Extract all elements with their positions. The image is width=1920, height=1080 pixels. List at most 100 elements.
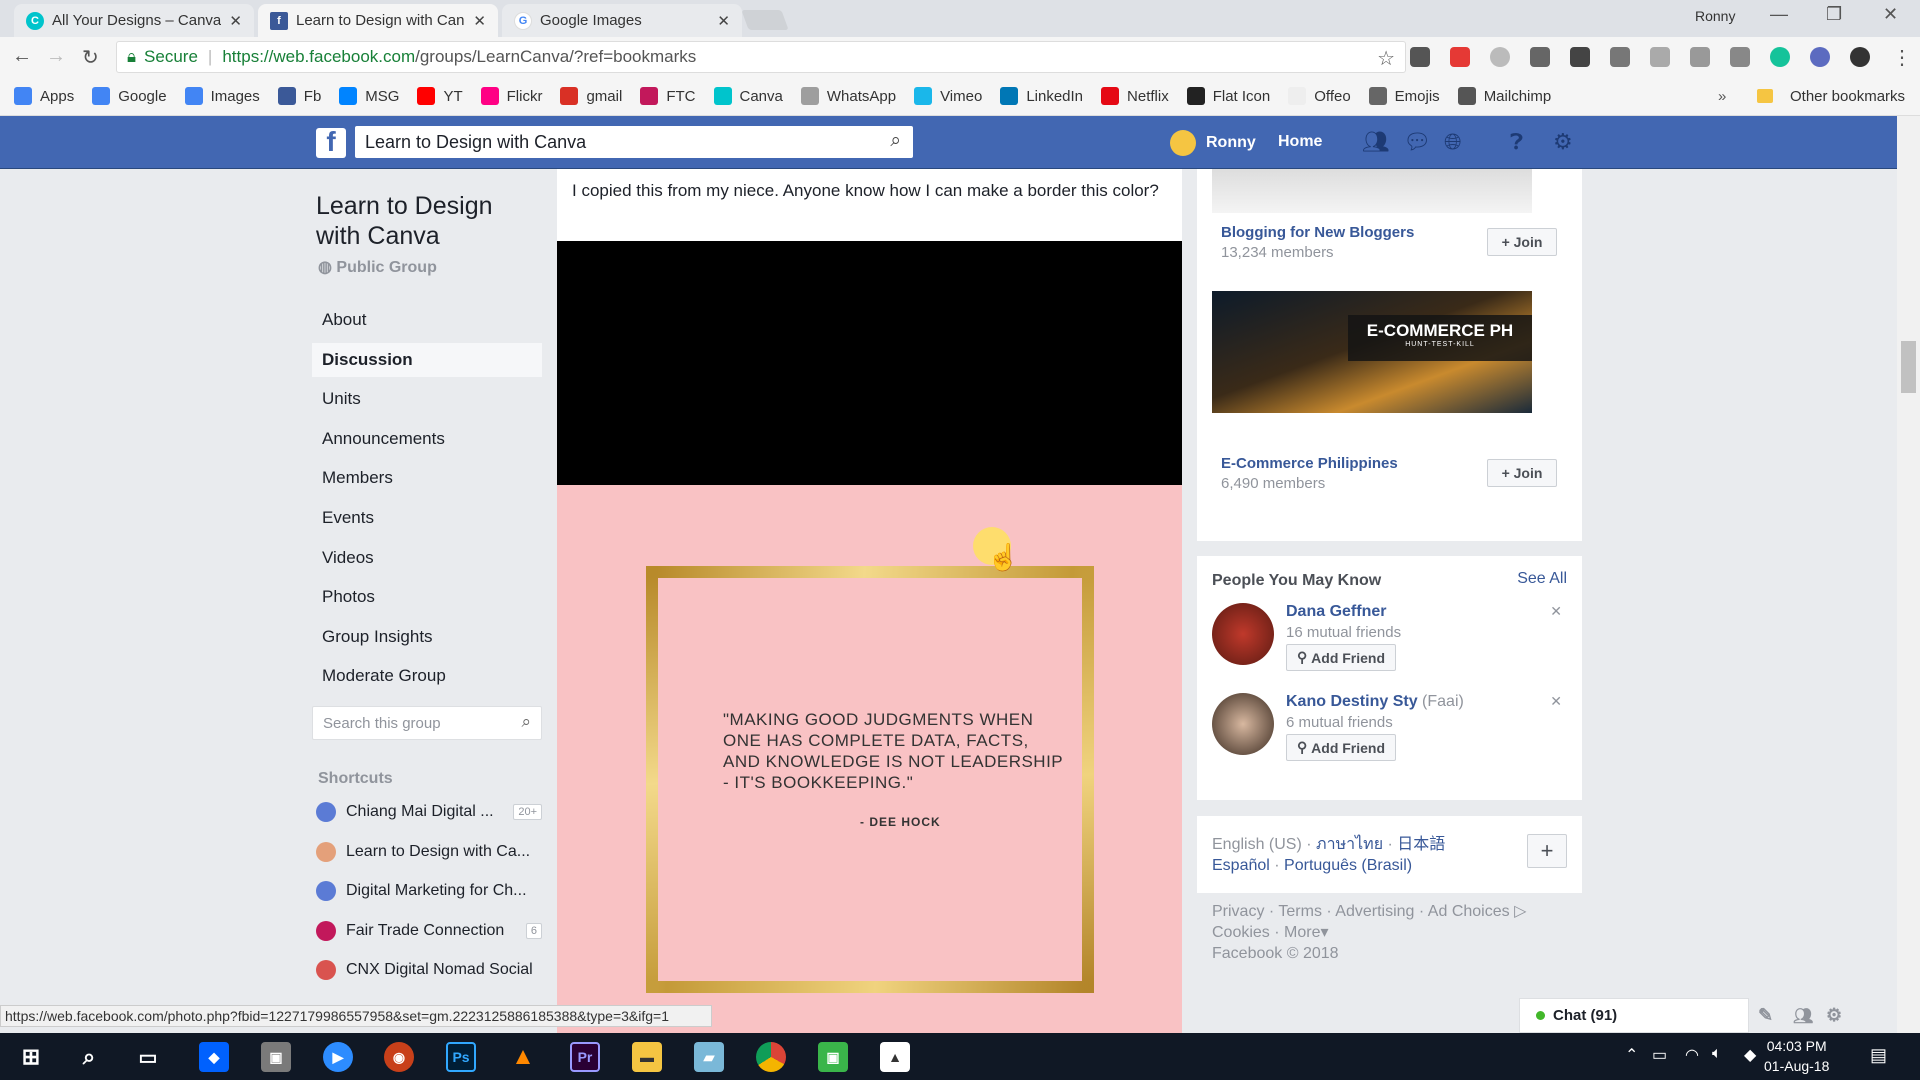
language-link[interactable]: ภาษาไทย [1316, 836, 1383, 853]
notifications-globe-icon[interactable]: 🌐︎ [1444, 129, 1462, 155]
suggested-group-name[interactable]: Blogging for New Bloggers [1221, 224, 1414, 241]
file-explorer-icon[interactable]: ▬ [632, 1042, 662, 1072]
nav-item-events[interactable]: Events [312, 501, 542, 535]
bookmark-flat-icon[interactable]: Flat Icon [1186, 87, 1270, 105]
avatar[interactable] [1212, 693, 1274, 755]
tab-canva[interactable]: C All Your Designs – Canva ✕ [14, 4, 254, 37]
chrome-icon[interactable] [756, 1042, 786, 1072]
new-tab-button[interactable] [741, 10, 789, 30]
grammarly-extension-icon[interactable] [1770, 47, 1790, 67]
see-all-link[interactable]: See All [1517, 570, 1567, 588]
shortcut-item[interactable]: CNX Digital Nomad Social [316, 955, 542, 985]
close-icon[interactable]: ✕ [717, 12, 730, 30]
messenger-icon[interactable]: 💬︎ [1403, 129, 1431, 155]
nav-item-photos[interactable]: Photos [312, 580, 542, 614]
dismiss-icon[interactable]: ✕ [1550, 693, 1562, 710]
bookmark-fb[interactable]: Fb [277, 87, 321, 105]
friend-requests-icon[interactable]: 👥︎ [1362, 129, 1390, 155]
post-video[interactable] [557, 241, 1182, 485]
minimize-icon[interactable]: — [1770, 4, 1788, 25]
settings-gear-icon[interactable]: ⚙ [1553, 129, 1573, 155]
search-icon[interactable]: ⌕ [890, 130, 901, 152]
search-icon[interactable]: ⌕ [74, 1042, 104, 1072]
bookmark-offeo[interactable]: Offeo [1288, 87, 1351, 105]
user-profile-link[interactable]: Ronny [1170, 130, 1256, 156]
bookmark-vimeo[interactable]: Vimeo [914, 87, 982, 105]
system-clock[interactable]: 04:03 PM 01-Aug-18 [1764, 1036, 1829, 1076]
suggested-group-name[interactable]: E-Commerce Philippines [1221, 455, 1398, 472]
hashtag-extension-icon[interactable] [1570, 47, 1590, 67]
close-icon[interactable]: ✕ [229, 12, 242, 30]
bookmark-gmail[interactable]: gmail [560, 87, 622, 105]
bookmark-google[interactable]: Google [92, 87, 167, 105]
more-languages-button[interactable]: + [1527, 834, 1567, 868]
battery-icon[interactable]: ▭ [1652, 1045, 1667, 1065]
app-icon[interactable]: ▣ [818, 1042, 848, 1072]
other-bookmarks[interactable]: Other bookmarks [1790, 88, 1905, 105]
reload-icon[interactable]: ↻ [82, 45, 99, 70]
suggested-group-image[interactable]: E-COMMERCE PH HUNT-TEST-KILL [1212, 291, 1532, 413]
tray-chevron-up-icon[interactable]: ⌃ [1625, 1045, 1638, 1065]
post-image[interactable]: "MAKING GOOD JUDGMENTS WHEN ONE HAS COMP… [557, 485, 1182, 1033]
language-link[interactable]: Português (Brasil) [1284, 857, 1412, 874]
home-link[interactable]: Home [1278, 133, 1322, 151]
bookmark-apps[interactable]: Apps [14, 87, 74, 105]
firefox-icon[interactable]: ◉ [384, 1042, 414, 1072]
info-extension-icon[interactable] [1650, 47, 1670, 67]
bookmark-flickr[interactable]: Flickr [480, 87, 542, 105]
nav-item-members[interactable]: Members [312, 461, 542, 495]
mutual-friends[interactable]: 16 mutual friends [1286, 624, 1401, 641]
group-title[interactable]: Learn to Design with Canva [316, 191, 536, 251]
window-close-icon[interactable]: ✕ [1883, 4, 1898, 25]
address-bar[interactable]: 🔒︎ Secure | https://web.facebook.com/gro… [116, 41, 1406, 73]
bookmark-netflix[interactable]: Netflix [1101, 87, 1169, 105]
bookmark-whatsapp[interactable]: WhatsApp [800, 87, 896, 105]
person-name[interactable]: Kano Destiny Sty (Faai) [1286, 693, 1464, 711]
cloud-extension-icon[interactable] [1490, 47, 1510, 67]
action-center-icon[interactable]: ▤ [1870, 1045, 1887, 1066]
compose-icon[interactable]: ✎ [1758, 1005, 1773, 1026]
scrollbar-thumb[interactable] [1901, 341, 1916, 393]
link-extension-icon[interactable] [1690, 47, 1710, 67]
language-link[interactable]: 日本語 [1397, 836, 1445, 853]
dropbox-tray-icon[interactable]: ◆ [1744, 1045, 1756, 1065]
bookmark-emojis[interactable]: Emojis [1368, 87, 1440, 105]
task-view-icon[interactable]: ▭ [133, 1042, 163, 1072]
close-icon[interactable]: ✕ [473, 12, 486, 30]
app-icon[interactable]: ▰ [694, 1042, 724, 1072]
pen-extension-icon[interactable] [1530, 47, 1550, 67]
photoshop-icon[interactable]: Ps [446, 1042, 476, 1072]
bookmark-ftc[interactable]: FTC [640, 87, 696, 105]
footer-link-privacy[interactable]: Privacy [1212, 903, 1264, 920]
wifi-icon[interactable]: ◠ [1685, 1045, 1699, 1065]
nav-item-units[interactable]: Units [312, 382, 542, 416]
inbox-extension-icon[interactable] [1730, 47, 1750, 67]
zoom-icon[interactable]: ▶ [323, 1042, 353, 1072]
nav-item-group-insights[interactable]: Group Insights [312, 620, 542, 654]
language-link[interactable]: Español [1212, 857, 1270, 874]
premiere-icon[interactable]: Pr [570, 1042, 600, 1072]
nav-item-announcements[interactable]: Announcements [312, 422, 542, 456]
add-friend-button[interactable]: ⚲ Add Friend [1286, 644, 1397, 671]
shortcut-item[interactable]: Digital Marketing for Ch... [316, 876, 542, 906]
volume-icon[interactable]: 🔈︎ [1712, 1045, 1722, 1063]
restore-icon[interactable]: ❐ [1826, 4, 1842, 25]
tab-facebook-group[interactable]: f Learn to Design with Can ✕ [258, 4, 498, 37]
page-scrollbar[interactable] [1897, 116, 1920, 1033]
back-arrow-icon[interactable]: ← [12, 45, 32, 68]
bookmark-yt[interactable]: YT [417, 87, 463, 105]
join-group-button[interactable]: + Join [1487, 228, 1557, 256]
bookmarks-overflow-button[interactable]: » [1718, 88, 1726, 105]
forward-arrow-icon[interactable]: → [46, 45, 66, 68]
bookmark-mailchimp[interactable]: Mailchimp [1457, 87, 1551, 105]
facebook-search-input[interactable]: Learn to Design with Canva ⌕ [355, 126, 913, 158]
help-icon[interactable]: ❓︎ [1510, 129, 1523, 155]
group-chat-icon[interactable]: 👥︎ [1793, 1006, 1813, 1026]
account-avatar-icon[interactable] [1850, 47, 1870, 67]
pocket-extension-icon[interactable] [1410, 47, 1430, 67]
avatar[interactable] [1212, 603, 1274, 665]
shortcut-item[interactable]: Learn to Design with Ca... [316, 837, 542, 867]
footer-link-advertising[interactable]: Advertising [1335, 903, 1414, 920]
bookmark-msg[interactable]: MSG [339, 87, 399, 105]
shortcut-item[interactable]: Chiang Mai Digital ... 20+ [316, 797, 542, 827]
